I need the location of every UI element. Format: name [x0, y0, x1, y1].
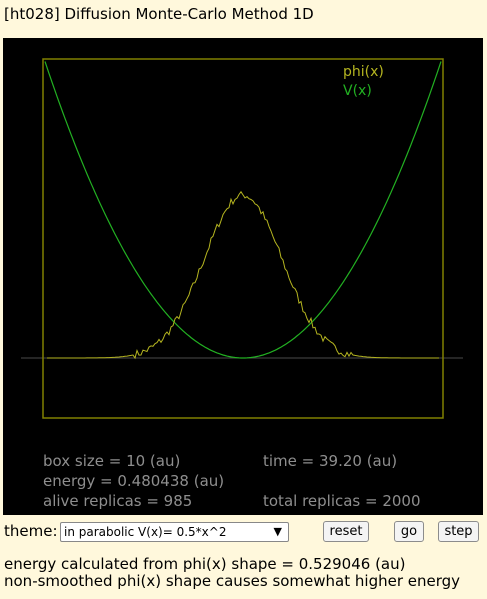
total-replicas-readout: total replicas = 2000 [263, 492, 421, 510]
theme-selected-value: in parabolic V(x)= 0.5*x^2 [64, 525, 227, 539]
theme-label: theme: [4, 522, 58, 540]
go-button[interactable]: go [394, 521, 424, 542]
box-boundary [42, 58, 444, 419]
time-readout: time = 39.20 (au) [263, 452, 398, 470]
chevron-down-icon: ▼ [273, 525, 282, 538]
page-title: [ht028] Diffusion Monte-Carlo Method 1D [4, 5, 314, 23]
potential-curve [44, 61, 442, 359]
energy-from-shape-note: energy calculated from phi(x) shape = 0.… [4, 555, 406, 573]
simulation-canvas: phi(x) V(x) box size = 10 (au) time = 39… [3, 38, 483, 515]
alive-replicas-readout: alive replicas = 985 [43, 492, 193, 510]
legend-v: V(x) [343, 83, 372, 99]
control-bar: theme: in parabolic V(x)= 0.5*x^2 ▼ rese… [0, 520, 487, 546]
smoothing-note: non-smoothed phi(x) shape causes somewha… [4, 572, 461, 590]
step-button[interactable]: step [438, 521, 479, 542]
energy-readout: energy = 0.480438 (au) [43, 472, 225, 490]
legend-phi: phi(x) [343, 64, 384, 80]
theme-select[interactable]: in parabolic V(x)= 0.5*x^2 ▼ [60, 522, 289, 542]
reset-button[interactable]: reset [323, 521, 369, 542]
box-size-readout: box size = 10 (au) [43, 452, 181, 470]
simulation-plot: phi(x) V(x) [21, 58, 463, 419]
